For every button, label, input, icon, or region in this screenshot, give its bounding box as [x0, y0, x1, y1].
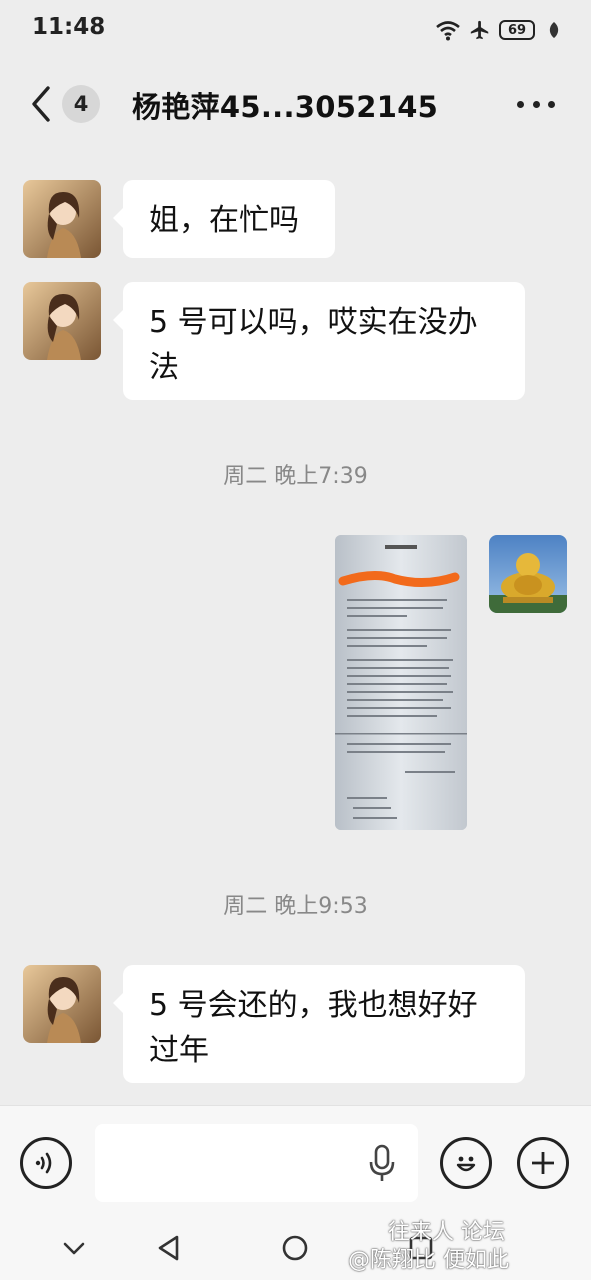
message-text: 姐，在忙吗: [149, 203, 299, 238]
plus-icon[interactable]: [517, 1137, 569, 1189]
chevron-down-icon[interactable]: [62, 1234, 86, 1262]
home-circle-icon[interactable]: [281, 1234, 309, 1262]
document-photo-icon: [335, 535, 467, 830]
timestamp: 周二 晚上7:39: [223, 464, 368, 489]
unread-count-badge: 4: [62, 85, 100, 123]
system-nav-bar: 往来人 论坛 @陈翔比 便如此: [0, 1220, 591, 1280]
avatar[interactable]: [23, 965, 101, 1043]
input-bar: [0, 1105, 591, 1221]
chat-header: 4 杨艳萍45...3052145: [0, 60, 591, 150]
battery-level: 69: [499, 20, 535, 40]
back-triangle-icon[interactable]: [156, 1234, 182, 1262]
avatar[interactable]: [489, 535, 567, 613]
watermark-text: @陈翔比 便如此: [348, 1248, 509, 1273]
battery-icon: 69: [499, 20, 535, 40]
status-icons: 69: [435, 16, 561, 44]
emoji-icon[interactable]: [440, 1137, 492, 1189]
status-bar: 11:48 69: [0, 0, 591, 60]
wifi-icon: [436, 21, 460, 41]
message-text: 5 号可以吗，哎实在没办法: [149, 305, 478, 385]
avatar[interactable]: [23, 282, 101, 360]
voice-icon[interactable]: [20, 1137, 72, 1189]
message-list[interactable]: 姐，在忙吗 5 号可以吗，哎实在没办法 周二 晚上7:39 周二 晚上9:53 …: [0, 150, 591, 1105]
back-arrow-icon[interactable]: [24, 84, 60, 124]
microphone-icon[interactable]: [368, 1144, 396, 1184]
message-bubble[interactable]: 姐，在忙吗: [113, 180, 335, 258]
more-options-icon[interactable]: [517, 90, 555, 118]
avatar[interactable]: [23, 180, 101, 258]
airplane-icon: [470, 20, 489, 40]
message-input[interactable]: [95, 1124, 418, 1202]
timestamp: 周二 晚上9:53: [223, 894, 368, 919]
status-time: 11:48: [32, 14, 106, 40]
image-message[interactable]: [335, 535, 467, 830]
chat-title[interactable]: 杨艳萍45...3052145: [132, 84, 438, 126]
message-text: 5 号会还的，我也想好好过年: [149, 988, 478, 1068]
message-bubble[interactable]: 5 号可以吗，哎实在没办法: [113, 282, 525, 400]
leaf-icon: [549, 22, 559, 38]
message-bubble[interactable]: 5 号会还的，我也想好好过年: [113, 965, 525, 1083]
